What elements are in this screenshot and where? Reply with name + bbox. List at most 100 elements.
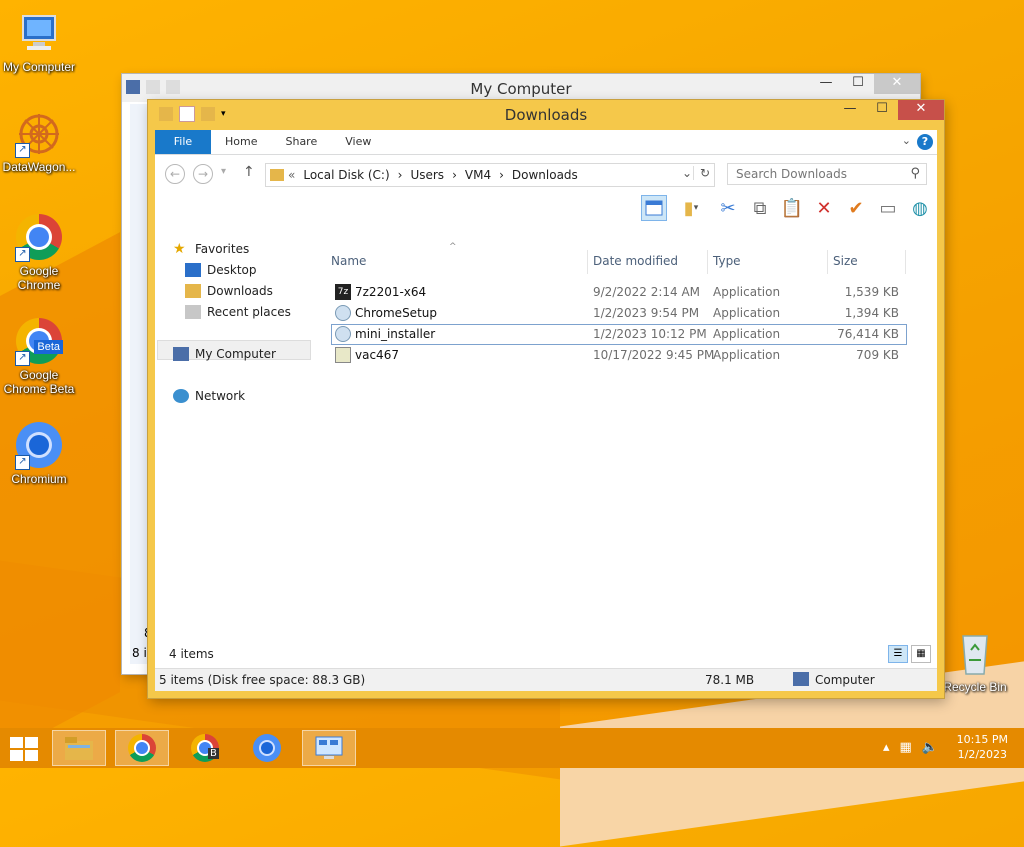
taskbar-chrome-beta[interactable]: B	[178, 730, 232, 766]
file-date: 9/2/2022 2:14 AM	[593, 285, 701, 299]
file-date: 10/17/2022 9:45 PM	[593, 348, 715, 362]
preview-pane-icon[interactable]	[641, 195, 667, 221]
search-icon[interactable]: ⚲	[910, 164, 920, 184]
nav-network[interactable]: Network	[173, 389, 245, 403]
desktop-icon-google-chrome[interactable]: ↗ Google Chrome	[0, 214, 78, 292]
check-icon[interactable]: ✔	[843, 195, 869, 221]
taskbar-control-panel[interactable]	[302, 730, 356, 766]
search-placeholder: Search Downloads	[736, 167, 847, 181]
nav-desktop[interactable]: Desktop	[185, 263, 257, 277]
address-dropdown-icon[interactable]: ⌄	[682, 166, 692, 180]
chrome-icon	[128, 734, 156, 762]
column-separator[interactable]	[827, 250, 828, 274]
column-separator[interactable]	[905, 250, 906, 274]
file-name: mini_installer	[355, 327, 436, 341]
file-row[interactable]: vac467 10/17/2022 9:45 PM Application 70…	[331, 345, 907, 366]
column-separator[interactable]	[707, 250, 708, 274]
file-row[interactable]: ChromeSetup 1/2/2023 9:54 PM Application…	[331, 303, 907, 324]
tab-file[interactable]: File	[155, 130, 211, 154]
file-row-selected[interactable]: mini_installer 1/2/2023 10:12 PM Applica…	[331, 324, 907, 345]
recent-locations-chevron-icon[interactable]: ▾	[221, 166, 226, 177]
file-row[interactable]: 7z 7z2201-x64 9/2/2022 2:14 AM Applicati…	[331, 282, 907, 303]
explorer-body: File Home Share View ⌄ ? ← → ▾ ↑ « Local…	[155, 130, 937, 691]
file-date: 1/2/2023 10:12 PM	[593, 327, 707, 341]
refresh-icon[interactable]: ↻	[692, 166, 710, 180]
column-header-name[interactable]: Name	[331, 254, 366, 268]
network-globe-icon[interactable]: ◍	[907, 195, 933, 221]
properties-dropdown-icon[interactable]: ▮ ▾	[673, 195, 709, 221]
copy-icon[interactable]: ⧉	[747, 195, 773, 221]
beta-badge: Beta	[34, 340, 63, 354]
downloads-window[interactable]: ▾ Downloads — ☐ ✕ File Home Share View ⌄…	[148, 100, 944, 698]
taskbar-file-explorer[interactable]	[52, 730, 106, 766]
window-title: Downloads	[504, 106, 588, 124]
show-hidden-icons-chevron-icon[interactable]: ▴	[883, 740, 890, 755]
breadcrumb-separator[interactable]: ›	[398, 168, 403, 182]
volume-muted-icon[interactable]: 🔈	[922, 740, 938, 755]
help-button[interactable]: ?	[917, 134, 933, 150]
vac-app-icon	[335, 347, 351, 363]
control-panel-icon	[315, 736, 343, 759]
delete-icon[interactable]: ✕	[811, 195, 837, 221]
tab-view[interactable]: View	[331, 130, 385, 154]
start-button[interactable]	[10, 737, 38, 761]
nav-favorites[interactable]: ★ Favorites	[173, 242, 249, 256]
breadcrumb-vm4[interactable]: VM4	[465, 168, 491, 182]
file-size: 1,394 KB	[844, 306, 899, 320]
back-button[interactable]: ←	[165, 164, 185, 184]
expand-ribbon-icon[interactable]: ⌄	[902, 134, 911, 147]
breadcrumb-users[interactable]: Users	[410, 168, 444, 182]
close-button[interactable]: ✕	[874, 74, 920, 94]
breadcrumb-separator[interactable]: ›	[452, 168, 457, 182]
large-icons-view-icon[interactable]: ▦	[911, 645, 931, 663]
tab-home[interactable]: Home	[211, 130, 271, 154]
breadcrumb-separator[interactable]: ›	[499, 168, 504, 182]
maximize-button[interactable]: ☐	[842, 74, 874, 94]
shortcut-arrow-icon: ↗	[15, 351, 30, 366]
status-location: Computer	[815, 673, 875, 687]
system-tray-icons: ▴ ▦ 🔈	[883, 740, 938, 755]
item-count: 4 items	[169, 647, 214, 661]
breadcrumb-local-disk[interactable]: Local Disk (C:)	[303, 168, 389, 182]
address-bar[interactable]: « Local Disk (C:) › Users › VM4 › Downlo…	[265, 163, 715, 187]
nav-recent-places[interactable]: Recent places	[185, 305, 291, 319]
up-button[interactable]: ↑	[243, 164, 255, 180]
details-view-icon[interactable]: ☰	[888, 645, 908, 663]
view-switcher: ☰ ▦	[888, 645, 931, 663]
desktop-icon-chromium[interactable]: ↗ Chromium	[0, 422, 78, 486]
maximize-button[interactable]: ☐	[866, 100, 898, 120]
rename-icon[interactable]: ▭	[875, 195, 901, 221]
7zip-app-icon: 7z	[335, 284, 351, 300]
my-computer-titlebar[interactable]: My Computer — ☐ ✕	[122, 74, 920, 102]
network-tray-icon[interactable]: ▦	[900, 740, 912, 755]
shortcut-arrow-icon: ↗	[15, 247, 30, 262]
nav-downloads[interactable]: Downloads	[185, 284, 273, 298]
search-input[interactable]: Search Downloads ⚲	[727, 163, 927, 185]
nav-my-computer[interactable]: My Computer	[173, 347, 276, 361]
taskbar-chromium[interactable]	[240, 730, 294, 766]
minimize-button[interactable]: —	[834, 100, 866, 120]
downloads-titlebar[interactable]: ▾ Downloads — ☐ ✕	[155, 100, 944, 130]
address-overflow[interactable]: «	[288, 168, 295, 182]
column-header-date[interactable]: Date modified	[593, 254, 678, 268]
column-separator[interactable]	[587, 250, 588, 274]
desktop-icon-my-computer[interactable]: My Computer	[0, 10, 78, 74]
desktop-icon-datawagon[interactable]: ↗ DataWagon...	[0, 110, 78, 174]
clock[interactable]: 10:15 PM 1/2/2023	[957, 732, 1008, 762]
close-button[interactable]: ✕	[898, 100, 944, 120]
paste-icon[interactable]: 📋	[779, 195, 805, 221]
breadcrumb-downloads[interactable]: Downloads	[512, 168, 578, 182]
cut-icon[interactable]: ✂	[715, 195, 741, 221]
column-header-size[interactable]: Size	[833, 254, 858, 268]
taskbar-chrome[interactable]	[115, 730, 169, 766]
desktop-icon-google-chrome-beta[interactable]: Beta ↗ Google Chrome Beta	[0, 318, 78, 396]
downloads-folder-icon	[185, 284, 201, 298]
file-date: 1/2/2023 9:54 PM	[593, 306, 700, 320]
desktop-icon-recycle-bin[interactable]: Recycle Bin	[936, 630, 1014, 694]
minimize-button[interactable]: —	[810, 74, 842, 94]
column-header-type[interactable]: Type	[713, 254, 741, 268]
tab-share[interactable]: Share	[271, 130, 331, 154]
forward-button[interactable]: →	[193, 164, 213, 184]
ribbon-tabs: File Home Share View ⌄ ?	[155, 130, 937, 155]
shortcut-arrow-icon: ↗	[15, 455, 30, 470]
